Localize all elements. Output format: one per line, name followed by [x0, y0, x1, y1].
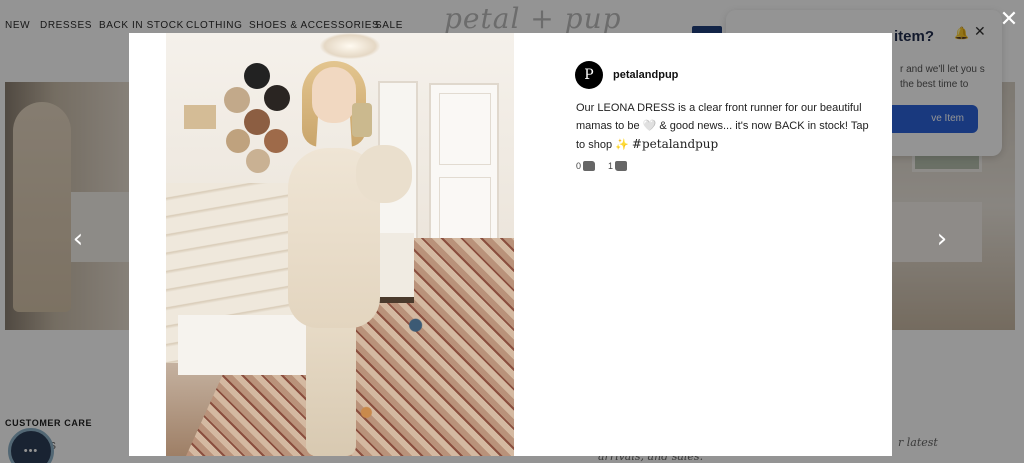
photo-detail: [320, 33, 380, 59]
photo-detail: [429, 83, 499, 265]
username-link[interactable]: petalandpup: [613, 69, 678, 81]
thumbs-up-icon: [583, 161, 596, 171]
photo-detail: [306, 313, 356, 456]
photo-detail: [352, 103, 372, 137]
photo-detail: [226, 129, 250, 153]
photo-detail: [224, 87, 250, 113]
thumbs-down-icon: [615, 161, 628, 171]
photo-detail: [244, 63, 270, 89]
downvote-count: 1: [608, 161, 614, 171]
instagram-lightbox: P petalandpup Our LEONA DRESS is a clear…: [129, 33, 892, 456]
previous-arrow-icon[interactable]: ‹: [64, 224, 92, 254]
photo-detail: [264, 129, 288, 153]
photo-detail: [244, 109, 270, 135]
upvote-count: 0: [576, 161, 582, 171]
hashtag-link[interactable]: #petalandpup: [632, 137, 718, 151]
post-caption: Our LEONA DRESS is a clear front runner …: [576, 99, 872, 154]
photo-detail: [184, 105, 216, 129]
photo-detail: [246, 149, 270, 173]
photo-detail: [178, 315, 308, 375]
photo-detail: [264, 85, 290, 111]
downvote-button[interactable]: 1: [608, 161, 628, 171]
caption-text: Our LEONA DRESS is a clear front runner …: [576, 102, 869, 151]
post-photo: [166, 33, 514, 456]
upvote-button[interactable]: 0: [576, 161, 596, 171]
next-arrow-icon[interactable]: ›: [928, 224, 956, 254]
close-modal-icon[interactable]: ✕: [996, 6, 1022, 32]
photo-detail: [312, 67, 356, 123]
avatar[interactable]: P: [575, 61, 603, 89]
photo-detail: [356, 145, 412, 203]
